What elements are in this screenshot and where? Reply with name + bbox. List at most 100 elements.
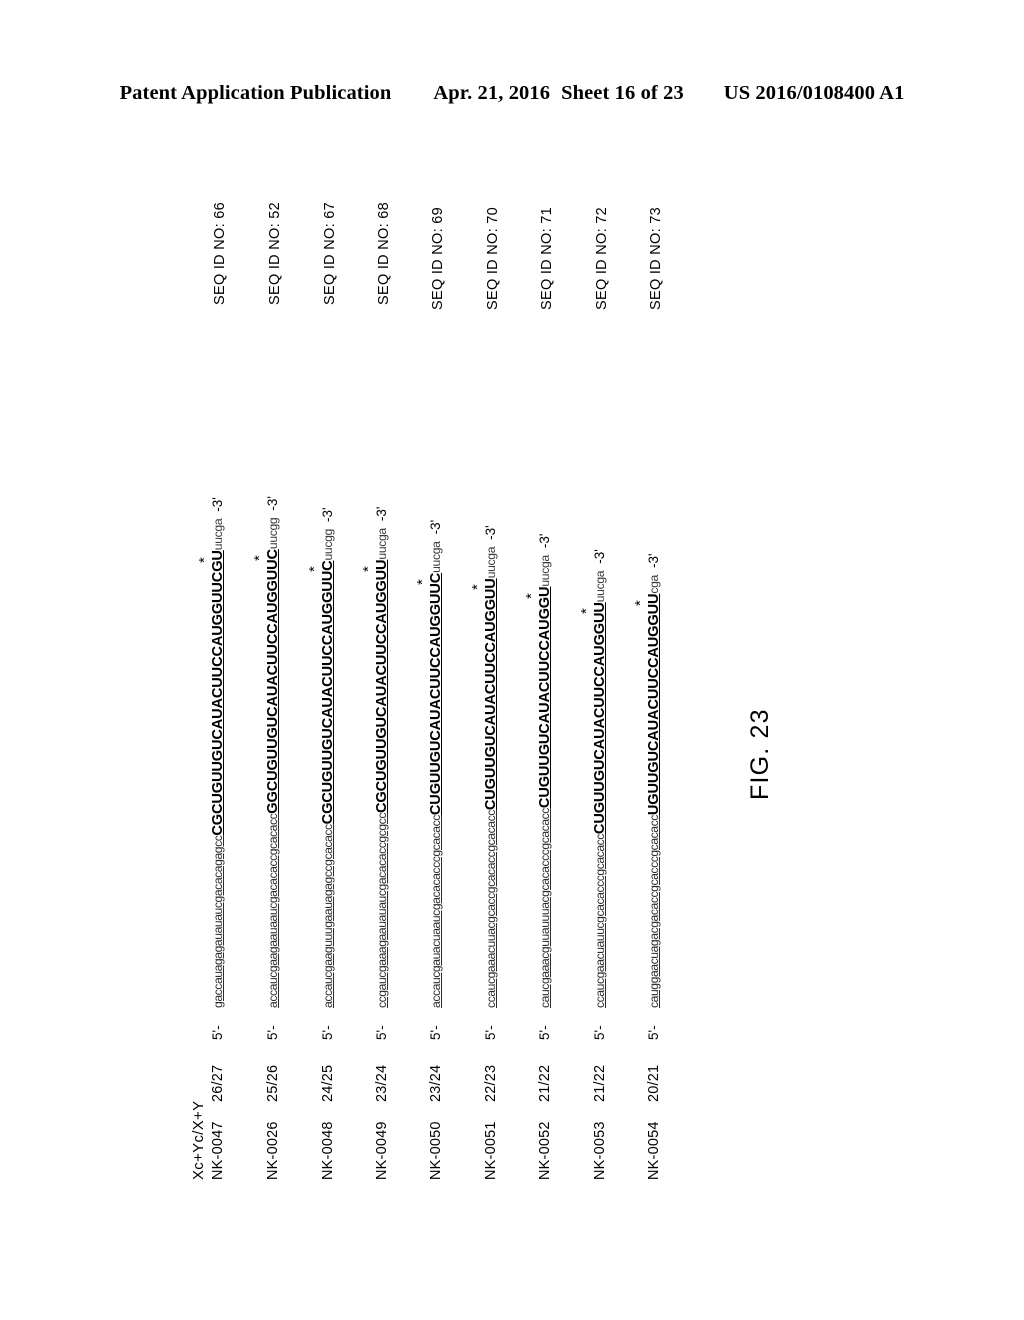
five-prime-marker: 5'- [646,1025,661,1040]
five-prime-marker: 5'- [265,1025,280,1040]
three-prime-marker: -3' [265,496,280,511]
sequence-tail-segment: uucga [538,555,552,587]
sequence-lowercase-segment: accaucgaaguuugaauagagccgcacacc [321,824,335,1008]
nucleotide-sequence: ccaucgaaacuuacgcaccgcacaccgcacaccCUGUUGU… [469,546,499,1008]
sequence-lowercase-segment: ccaucgaaacuuacgcaccgcacaccgcacacc [484,810,498,1008]
construct-id: NK-0048 [320,1121,336,1180]
nucleotide-sequence: caucgaaacguuauuuacgcacacccgcacaccCUGUUGU… [523,555,553,1008]
sequence-row: NK-0048 24/25 5'- accaucgaaguuugaauagagccgc… [306,507,336,1180]
three-prime-marker: -3' [428,519,443,535]
construct-id: NK-0054 [646,1121,662,1180]
seq-id-label: SEQ ID NO: 52 [267,201,283,305]
asterisk-marker: * [360,566,377,572]
three-prime-marker: -3' [320,507,335,523]
asterisk-marker: * [414,579,431,585]
sequence-tail-segment: uucga [375,528,389,560]
figure-23-body: Xc+Yc/X+Y NK-0047 26/27 5'- gaccauagagauaua… [0,150,1024,1270]
nucleotide-sequence: ccgaucgaaagaauauaucgacacaccgcgccCGCUGUUG… [360,528,390,1008]
ratio-value: 20/21 [646,1064,662,1102]
three-prime-marker: -3' [483,525,498,540]
sequence-row: NK-0052 21/22 5'- caucgaaacguuauuuacgcacacc… [523,534,553,1180]
sequence-lowercase-segment: ccaucgaacuauucgcacacccgcacacc [593,834,607,1008]
three-prime-marker: -3' [374,506,389,522]
sequence-tail-segment: uucgg [266,517,280,550]
figure-caption: FIG. 23 [746,708,774,800]
ratio-value: 21/22 [592,1064,608,1102]
column-header-ratio-label: Xc+Yc/X+Y [190,1100,207,1180]
nucleotide-sequence: accaucgauacuaaucgacacacccgcacaccCUGUUGUC… [414,541,444,1008]
three-prime-marker: -3' [210,497,225,512]
asterisk-marker: * [196,557,213,563]
ratio-value: 23/24 [374,1064,390,1102]
ratio-value: 21/22 [537,1064,553,1102]
sequence-lowercase-segment: cauggaacuagacgacaccgcacccgcacacc [647,815,661,1008]
sequence-lowercase-segment: gaccauagagauauaucgacacagagcc [211,835,225,1008]
asterisk-marker: * [523,593,540,599]
sequence-uppercase-segment: CGCUGUUGUCAUACUUCCAUGGUUC [320,560,336,825]
five-prime-marker: 5'- [537,1025,552,1040]
construct-id: NK-0026 [265,1121,281,1180]
header-sheet-number: Sheet 16 of 23 [561,82,684,104]
sequence-tail-segment: uucgg [321,529,335,561]
construct-id: NK-0053 [592,1121,608,1180]
seq-id-label: SEQ ID NO: 70 [485,206,501,310]
sequence-lowercase-segment: ccgaucgaaagaauauaucgacacaccgcgcc [375,813,389,1008]
header-patent-number: US 2016/0108400 A1 [723,82,905,104]
sequence-uppercase-segment: CUGUUGUCAUACUUCCAUGGUU [483,578,499,811]
five-prime-marker: 5'- [428,1025,443,1040]
construct-id: NK-0052 [537,1121,553,1180]
five-prime-marker: 5'- [592,1025,607,1040]
five-prime-marker: 5'- [483,1025,498,1040]
sequence-row: NK-0050 23/24 5'- accaucgauacuaaucgacacaccc… [414,519,444,1180]
nucleotide-sequence: cauggaacuagacgacaccgcacccgcacaccUGUUGUCA… [632,575,662,1008]
construct-id: NK-0051 [483,1121,499,1180]
header-publication-date: Apr. 21, 2016 [433,82,551,104]
sequence-uppercase-segment: CUGUUGUCAUACUUCCAUGGUU [592,602,608,835]
five-prime-marker: 5'- [320,1025,335,1040]
nucleotide-sequence: accaucgaaguuugaauagagccgcacaccCGCUGUUGUC… [306,529,336,1008]
sequence-uppercase-segment: CUGUUGUCAUACUUCCAUGGUUC [428,572,444,816]
sequence-lowercase-segment: accaucgaagaauaaucgacacaccgcacacc [266,813,280,1008]
seq-id-label: SEQ ID NO: 68 [376,201,392,305]
sequence-uppercase-segment: UGUUGUCAUACUUCCAUGGUU [646,593,662,816]
five-prime-marker: 5'- [374,1025,389,1040]
sequence-uppercase-segment: GGCUGUUGUCAUACUUCCAUGGUUC [265,549,281,814]
asterisk-marker: * [578,608,595,614]
sequence-row: NK-0049 23/24 5'- ccgaucgaaagaauauaucgacaca… [360,506,390,1180]
sequence-uppercase-segment: CUGUUGUCAUACUUCCAUGGU [537,586,553,809]
sequence-uppercase-segment: CGCUGUUGUCAUACUUCCAUGGUUCGU [210,550,226,836]
five-prime-marker: 5'- [210,1025,225,1040]
nucleotide-sequence: gaccauagagauauaucgacacagagccCGCUGUUGUCAU… [196,519,226,1008]
nucleotide-sequence: ccaucgaacuauucgcacacccgcacaccCUGUUGUCAUA… [578,570,608,1008]
ratio-value: 25/26 [265,1064,281,1102]
construct-id: NK-0049 [374,1121,390,1180]
ratio-value: 22/23 [483,1064,499,1102]
seq-id-label: SEQ ID NO: 66 [212,201,228,305]
sequence-row: NK-0026 25/26 5'- accaucgaagaauaaucgacacacc… [251,496,281,1180]
asterisk-marker: * [306,566,323,572]
sequence-row: NK-0047 26/27 5'- gaccauagagauauaucgacacaga… [196,497,226,1180]
ratio-value: 24/25 [320,1064,336,1102]
sequence-tail-segment: uucga [593,570,607,603]
seq-id-label: SEQ ID NO: 71 [539,206,555,310]
ratio-value: 23/24 [428,1064,444,1102]
sequence-tail-segment: cga [647,575,661,594]
nucleotide-sequence: accaucgaagaauaaucgacacaccgcacaccGGCUGUUG… [251,517,281,1008]
header-publication-title: Patent Application Publication [119,82,392,104]
sequence-tail-segment: uucga [484,546,498,579]
seq-id-label: SEQ ID NO: 73 [648,206,664,310]
three-prime-marker: -3' [646,553,661,569]
construct-id: NK-0047 [210,1121,226,1180]
construct-id: NK-0050 [428,1121,444,1180]
asterisk-marker: * [469,584,486,590]
sequence-row: NK-0051 22/23 5'- ccaucgaaacuuacgcaccgcacac… [469,525,499,1180]
three-prime-marker: -3' [592,549,607,564]
sequence-uppercase-segment: CGCUGUUGUCAUACUUCCAUGGUU [374,559,390,814]
sequence-lowercase-segment: accaucgauacuaaucgacacacccgcacacc [429,815,443,1008]
asterisk-marker: * [632,600,649,606]
seq-id-label: SEQ ID NO: 69 [430,206,446,310]
page-header: Patent Application Publication Apr. 21, … [0,82,1024,105]
sequence-tail-segment: uucga [429,541,443,573]
seq-id-label: SEQ ID NO: 67 [322,201,338,305]
ratio-value: 26/27 [210,1064,226,1102]
